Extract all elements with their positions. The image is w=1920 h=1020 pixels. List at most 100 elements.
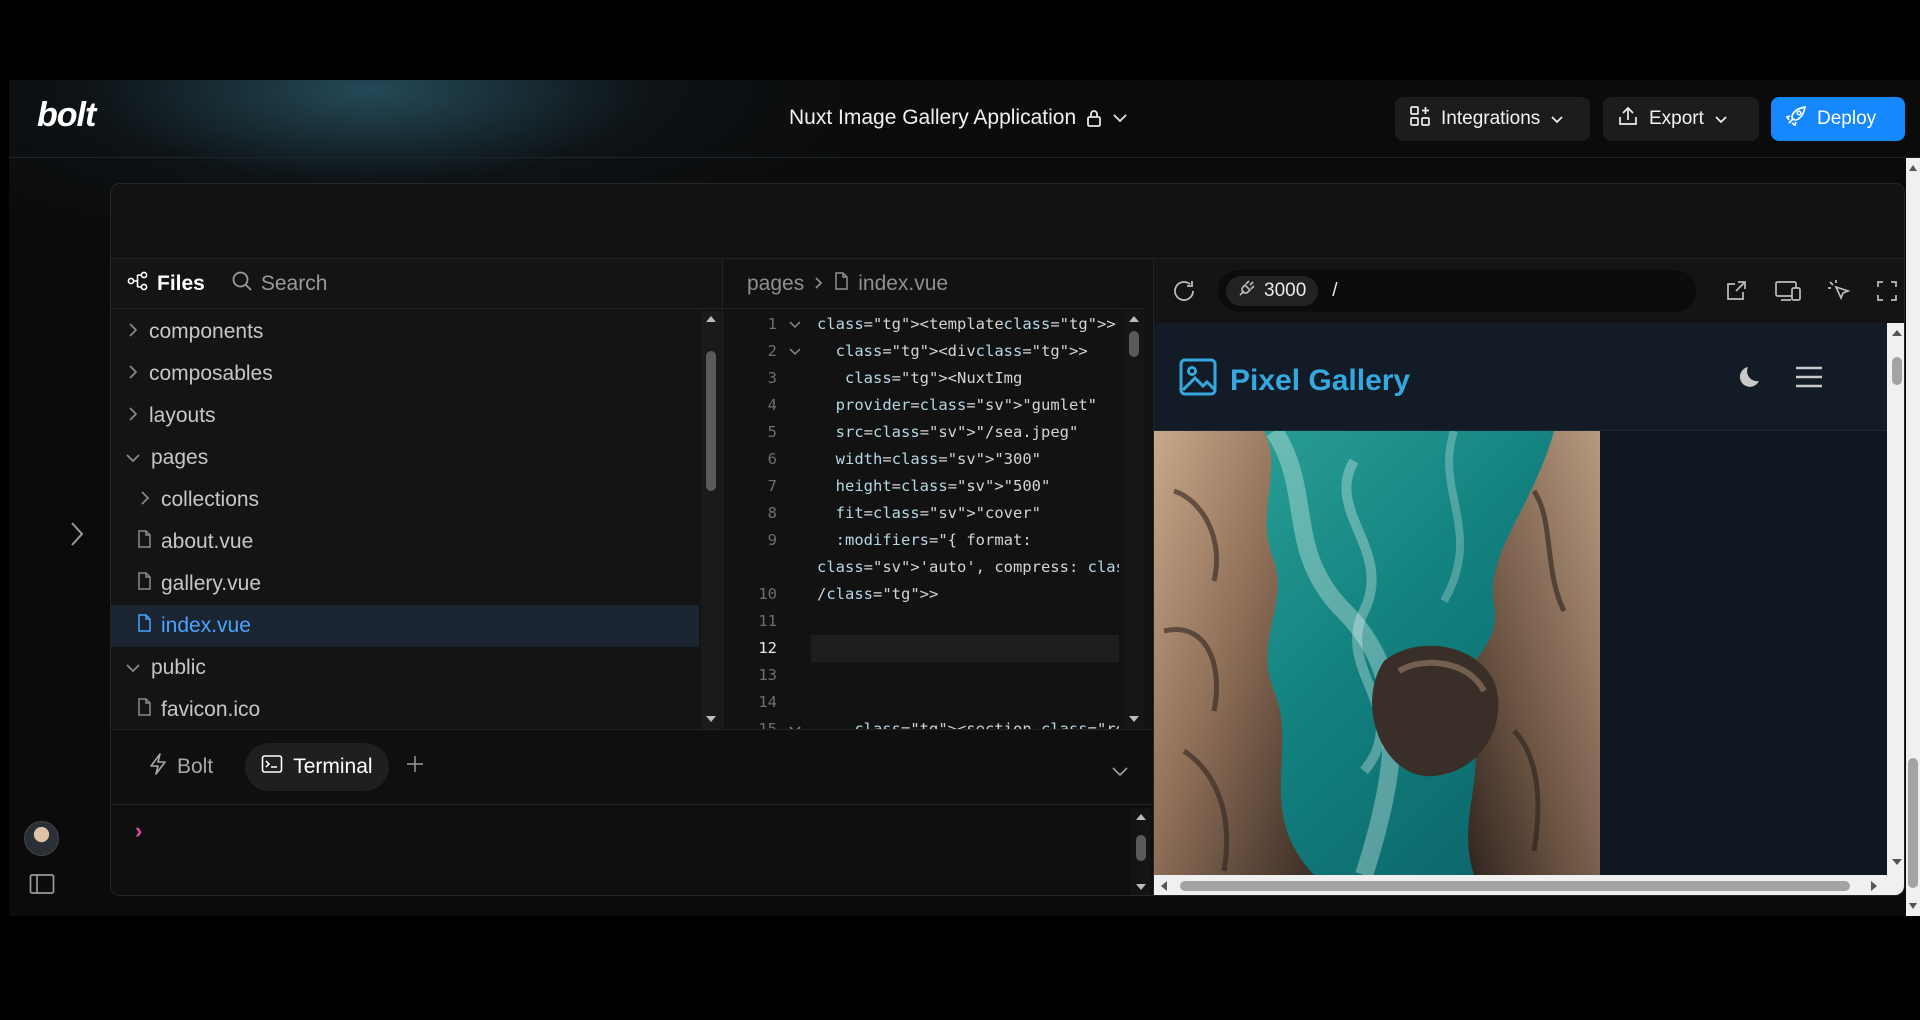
tab-search[interactable]: Search [231,270,327,298]
code-text: class="tg"><NuxtImg [845,369,1023,387]
line-number: 7 [767,477,777,495]
deploy-label: Deploy [1817,108,1877,129]
line-number: 2 [767,342,777,360]
reload-icon[interactable] [1172,279,1198,308]
tab-terminal-label: Terminal [293,755,373,778]
export-button[interactable]: Export [1603,97,1759,141]
code-line[interactable]: 10/class="tg">> [723,581,1119,608]
element-selector-icon[interactable] [1827,279,1853,308]
preview-horizontal-scrollbar[interactable] [1154,875,1887,895]
code-lines: 1 class="tg"><templateclass="tg">> 2 class… [723,311,1119,729]
sidebar-toggle-icon[interactable] [29,873,55,900]
chevron-down-icon [1714,108,1728,130]
file-tree: components composables layouts pages col… [111,311,699,731]
preview-vertical-scrollbar[interactable] [1887,323,1904,895]
upload-icon [1617,105,1639,133]
expand-chat-button[interactable] [69,520,85,553]
port-selector[interactable]: 3000 [1226,276,1319,306]
code-line[interactable]: 15 class="tg"><section class="relative [723,716,1119,729]
code-line[interactable]: 4 provider=class="sv">"gumlet" [723,392,1119,419]
deploy-button[interactable]: Deploy [1771,97,1905,141]
user-avatar[interactable] [24,821,59,856]
tree-item-label: pages [151,446,209,469]
code-line[interactable]: 9 :modifiers="{ format: [723,527,1119,554]
chevron-right-icon [139,488,151,512]
code-line[interactable]: 5 src=class="sv">"/sea.jpeg" [723,419,1119,446]
chevron-down-icon [1112,113,1128,123]
tree-icon [127,271,149,297]
fullscreen-icon[interactable] [1876,280,1898,307]
code-line[interactable]: 1 class="tg"><templateclass="tg">> [723,311,1119,338]
tree-item-label: gallery.vue [161,572,261,595]
code-line[interactable]: 11 [723,608,1119,635]
code-area[interactable]: 1 class="tg"><templateclass="tg">> 2 class… [723,311,1119,729]
tree-item-label: index.vue [161,614,251,637]
line-number: 13 [758,666,777,684]
line-number: 11 [758,612,777,630]
terminal-prompt[interactable]: › [135,818,142,844]
terminal-scrollbar[interactable] [1131,809,1151,895]
code-line[interactable]: 12 [723,635,1119,662]
moon-icon[interactable] [1737,363,1765,396]
tab-terminal[interactable]: Terminal [245,743,389,791]
file-tree-scrollbar[interactable] [701,311,721,729]
tree-file-index[interactable]: index.vue [111,605,699,647]
open-external-icon[interactable] [1724,279,1748,308]
code-text: height=class="sv">"500" [835,477,1051,495]
integrations-button[interactable]: Integrations [1395,97,1590,141]
code-line[interactable]: 13 [723,662,1119,689]
tree-item-label: public [151,656,206,679]
tree-folder-components[interactable]: components [111,311,699,353]
collapse-terminal-icon[interactable] [1111,760,1129,784]
line-number: 12 [758,639,777,657]
breadcrumb-file[interactable]: index.vue [858,272,948,296]
project-title-dropdown[interactable]: Nuxt Image Gallery Application [789,106,1128,130]
line-number: 4 [767,396,777,414]
code-line[interactable]: 8 fit=class="sv">"cover" [723,500,1119,527]
tree-file-favicon[interactable]: favicon.ico [111,689,699,731]
app-scrollbar[interactable] [1906,158,1920,916]
tab-files[interactable]: Files [127,271,205,297]
chevron-down-icon [125,656,141,680]
device-preview-icon[interactable] [1774,279,1802,308]
code-line[interactable]: 14 [723,689,1119,716]
site-brand[interactable]: Pixel Gallery [1178,357,1410,405]
line-number: 6 [767,450,777,468]
tab-bolt[interactable]: Bolt [133,743,229,791]
tree-folder-composables[interactable]: composables [111,353,699,395]
workbench-toolbar [111,184,1904,259]
add-terminal-icon[interactable] [405,754,425,780]
breadcrumb-folder[interactable]: pages [747,272,804,296]
tree-item-label: collections [161,488,260,511]
bolt-logo[interactable]: bolt [37,96,96,135]
bolt-app-window: bolt Nuxt Image Gallery Application Inte… [9,80,1920,916]
port-label: 3000 [1264,280,1307,301]
tree-folder-public[interactable]: public [111,647,699,689]
tree-item-label: about.vue [161,530,254,553]
line-number: 14 [758,693,777,711]
code-line[interactable]: class="sv">'auto', compress: class="sv">… [723,554,1119,581]
top-header: bolt Nuxt Image Gallery Application Inte… [9,80,1920,158]
plug-icon [1238,279,1256,303]
code-line[interactable]: 6 width=class="sv">"300" [723,446,1119,473]
tree-file-about[interactable]: about.vue [111,521,699,563]
code-line[interactable]: 7 height=class="sv">"500" [723,473,1119,500]
code-text: provider=class="sv">"gumlet" [835,396,1097,414]
preview-panel: 3000 / Pixel Gallery [1153,259,1904,895]
tree-folder-collections[interactable]: collections [111,479,699,521]
tree-file-gallery[interactable]: gallery.vue [111,563,699,605]
tree-folder-layouts[interactable]: layouts [111,395,699,437]
site-title: Pixel Gallery [1230,364,1411,397]
chevron-right-icon [127,320,139,344]
search-icon [231,270,253,298]
code-line[interactable]: 3 class="tg"><NuxtImg [723,365,1119,392]
preview-url-bar[interactable]: 3000 / [1218,270,1696,312]
code-line[interactable]: 2 class="tg"><divclass="tg">> [723,338,1119,365]
fold-chevron-icon[interactable] [789,716,801,729]
menu-icon[interactable] [1794,365,1824,394]
code-text: fit=class="sv">"cover" [835,504,1042,522]
line-number: 9 [767,531,777,549]
editor-scrollbar[interactable] [1123,311,1145,729]
tree-folder-pages[interactable]: pages [111,437,699,479]
file-icon [137,530,151,554]
